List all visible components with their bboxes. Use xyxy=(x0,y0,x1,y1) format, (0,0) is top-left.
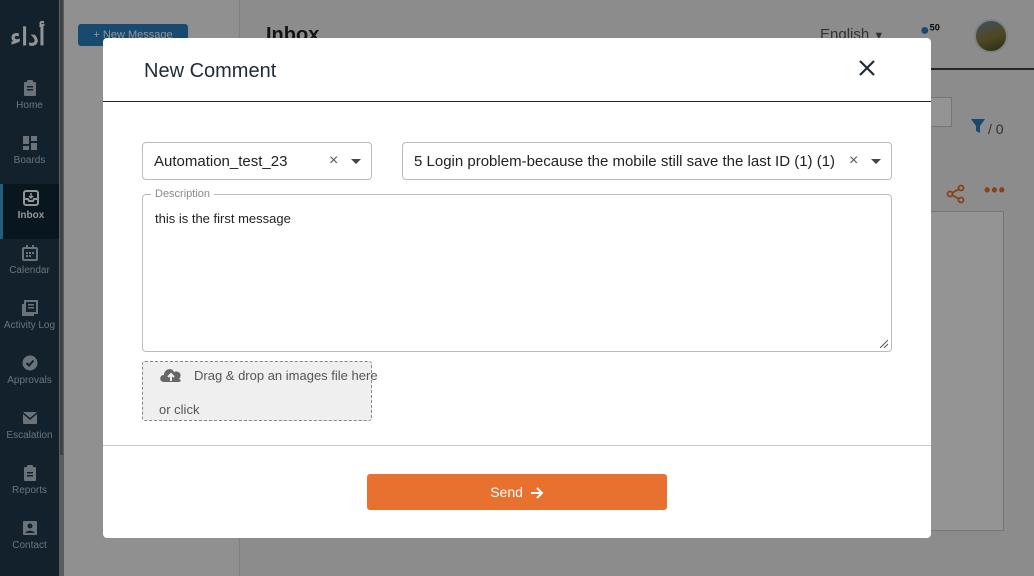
send-button[interactable]: Send xyxy=(367,474,667,510)
project-select[interactable]: Automation_test_23 × xyxy=(142,142,372,180)
clear-task-icon[interactable]: × xyxy=(849,152,858,170)
cloud-upload-icon xyxy=(160,369,181,382)
resize-handle-icon[interactable] xyxy=(880,340,888,348)
dropzone-or-click: or click xyxy=(159,402,200,417)
clear-project-icon[interactable]: × xyxy=(329,152,338,170)
description-value[interactable]: this is the first message xyxy=(155,211,291,226)
dialog-footer-divider xyxy=(103,445,931,446)
image-dropzone[interactable]: Drag & drop an images file here or click xyxy=(142,361,378,421)
send-button-label: Send xyxy=(490,484,523,500)
dialog-header-divider xyxy=(103,101,931,102)
chevron-down-icon[interactable] xyxy=(871,159,881,164)
project-select-value: Automation_test_23 xyxy=(154,153,288,170)
close-icon xyxy=(859,60,875,76)
chevron-down-icon[interactable] xyxy=(351,159,361,164)
dropzone-text: Drag & drop an images file here xyxy=(194,368,378,383)
task-select[interactable]: 5 Login problem-because the mobile still… xyxy=(402,142,892,180)
description-field[interactable]: Description this is the first message xyxy=(142,188,892,352)
new-comment-dialog: New Comment Automation_test_23 × 5 Login… xyxy=(103,38,931,538)
dialog-title: New Comment xyxy=(144,60,277,82)
task-select-value: 5 Login problem-because the mobile still… xyxy=(414,153,836,170)
close-button[interactable] xyxy=(855,56,879,80)
arrow-right-icon xyxy=(530,487,544,500)
description-label: Description xyxy=(151,188,215,200)
